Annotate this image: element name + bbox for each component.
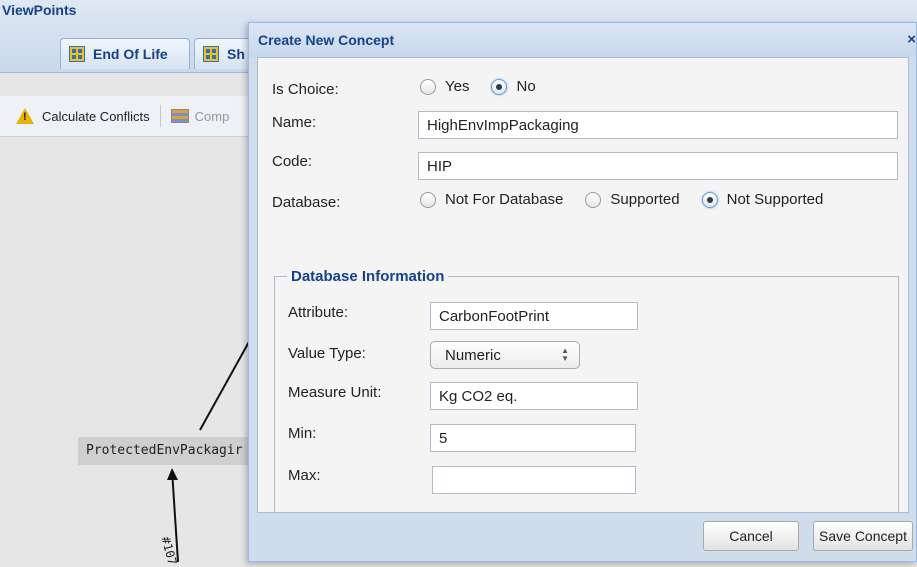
- save-concept-button[interactable]: Save Concept: [813, 521, 913, 551]
- graph-node[interactable]: ProtectedEnvPackagir: [78, 437, 258, 465]
- min-label: Min:: [288, 425, 317, 442]
- select-arrows-icon: ▲ ▼: [561, 346, 569, 363]
- measure-unit-input[interactable]: [430, 382, 638, 410]
- dialog-form: Is Choice: Yes No Name: Code: Database: …: [257, 57, 909, 513]
- is-choice-radio-group: Yes No: [420, 78, 558, 95]
- create-concept-dialog: Create New Concept × Is Choice: Yes No N…: [248, 22, 917, 562]
- code-input[interactable]: [418, 152, 898, 180]
- code-label: Code:: [272, 153, 313, 170]
- measure-unit-label: Measure Unit:: [288, 384, 382, 401]
- max-input[interactable]: [432, 466, 636, 494]
- database-not-supported-option[interactable]: Not Supported: [701, 191, 824, 208]
- dialog-header[interactable]: Create New Concept ×: [249, 23, 916, 57]
- database-supported-option[interactable]: Supported: [585, 191, 680, 208]
- is-choice-yes-label: Yes: [445, 78, 470, 95]
- name-input[interactable]: [418, 111, 898, 139]
- radio-no[interactable]: [491, 78, 508, 95]
- database-not-for-database-option[interactable]: Not For Database: [420, 191, 563, 208]
- is-choice-no-option[interactable]: No: [491, 78, 536, 95]
- radio-not-for-database[interactable]: [420, 191, 436, 208]
- dialog-footer: Cancel Save Concept: [249, 511, 916, 561]
- radio-supported[interactable]: [585, 191, 602, 208]
- not-supported-label: Not Supported: [726, 191, 824, 208]
- dialog-title: Create New Concept: [258, 32, 395, 48]
- min-input[interactable]: [430, 424, 636, 452]
- is-choice-yes-option[interactable]: Yes: [420, 78, 469, 95]
- attribute-input[interactable]: [430, 302, 638, 330]
- close-icon[interactable]: ×: [902, 31, 916, 49]
- not-for-database-label: Not For Database: [445, 191, 564, 208]
- value-type-selected: Numeric: [445, 346, 501, 364]
- max-label: Max:: [288, 467, 321, 484]
- database-label: Database:: [272, 194, 341, 211]
- is-choice-no-label: No: [516, 78, 536, 95]
- attribute-label: Attribute:: [288, 304, 349, 321]
- value-type-select[interactable]: Numeric ▲ ▼: [430, 341, 580, 369]
- is-choice-label: Is Choice:: [272, 81, 339, 98]
- value-type-label: Value Type:: [288, 345, 366, 362]
- cancel-button[interactable]: Cancel: [703, 521, 799, 551]
- radio-not-supported[interactable]: [701, 191, 718, 208]
- database-information-legend: Database Information: [291, 268, 445, 285]
- database-radio-group: Not For Database Supported Not Supported: [420, 191, 845, 208]
- radio-yes[interactable]: [420, 78, 436, 95]
- supported-label: Supported: [610, 191, 680, 208]
- name-label: Name:: [272, 114, 317, 131]
